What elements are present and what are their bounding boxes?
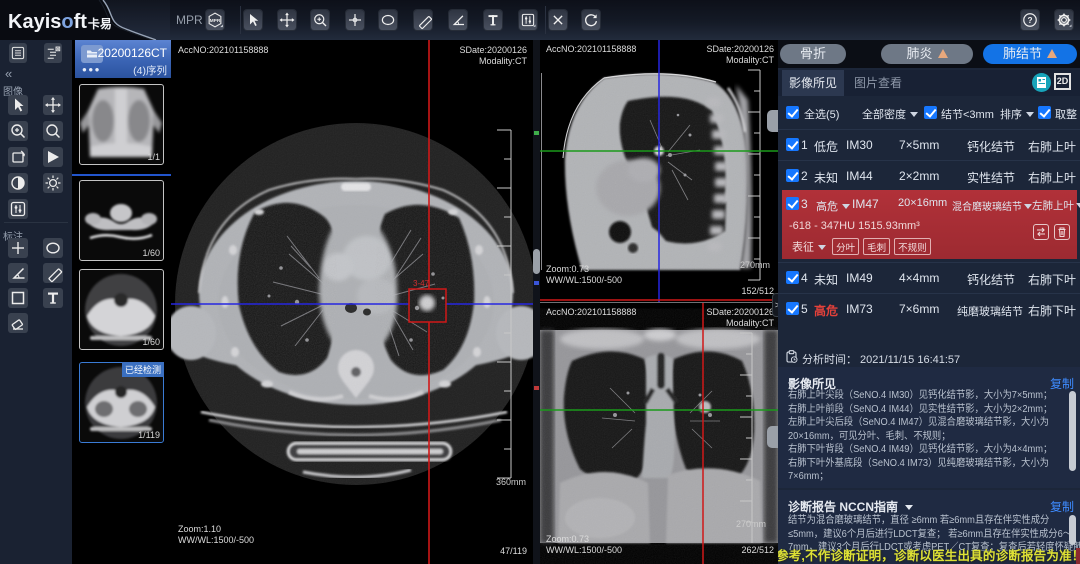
svg-text:?: ?: [1027, 16, 1032, 25]
svg-text:360mm: 360mm: [496, 477, 526, 487]
svg-text:270mm: 270mm: [740, 260, 770, 270]
svg-text:3-47: 3-47: [413, 279, 430, 288]
svg-text:MPR: MPR: [210, 18, 221, 24]
svg-text:270mm: 270mm: [736, 519, 766, 529]
